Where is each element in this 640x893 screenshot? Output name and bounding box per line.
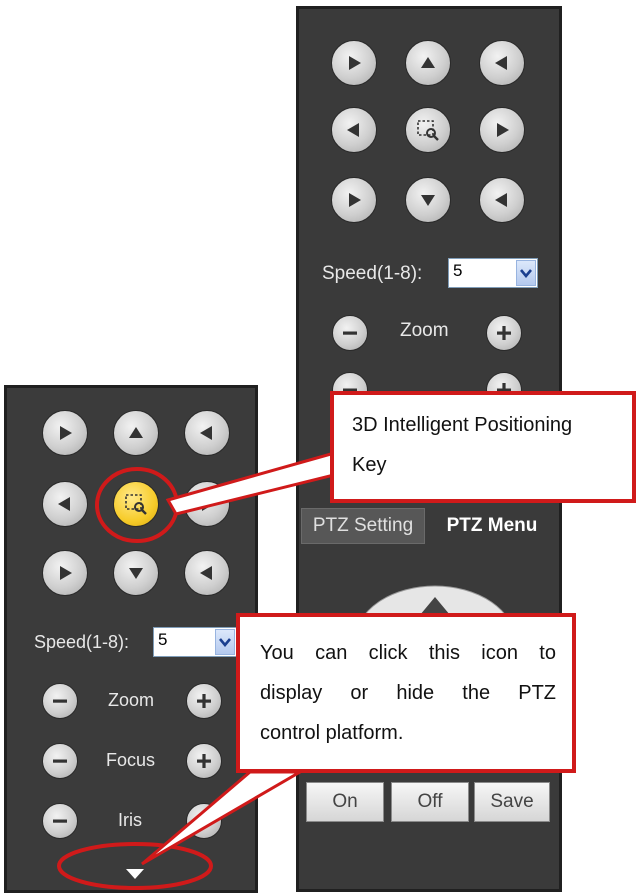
- triangle-right-icon: [349, 56, 361, 70]
- iris-label: Iris: [118, 810, 142, 830]
- triangle-left-icon: [200, 566, 212, 580]
- triangle-left-icon: [58, 497, 70, 511]
- speed-select[interactable]: 5: [153, 627, 237, 657]
- tilt-up-button[interactable]: [405, 40, 451, 86]
- toggle-callout: You can click this icon to display or hi…: [236, 613, 576, 773]
- speed-value: 5: [453, 261, 463, 280]
- save-button[interactable]: Save: [474, 782, 550, 822]
- zoom-label: Zoom: [400, 320, 449, 341]
- triangle-left-icon: [347, 123, 359, 137]
- focus-in-button[interactable]: [186, 743, 222, 779]
- tilt-down-button[interactable]: [113, 550, 159, 596]
- triangle-left-icon: [495, 56, 507, 70]
- triangle-down-icon: [421, 195, 435, 206]
- zoom-in-button[interactable]: [486, 315, 522, 351]
- off-button[interactable]: Off: [391, 782, 469, 822]
- plus-icon: [497, 326, 511, 340]
- minus-icon: [53, 699, 67, 703]
- triangle-up-icon: [129, 427, 143, 438]
- zoom-out-button[interactable]: [332, 315, 368, 351]
- callout-line: You can click this icon to: [260, 642, 556, 664]
- triangle-right-icon: [202, 497, 214, 511]
- minus-icon: [53, 819, 67, 823]
- minus-icon: [53, 759, 67, 763]
- chevron-down-icon[interactable]: [516, 260, 536, 286]
- pan-down-right-button[interactable]: [184, 550, 230, 596]
- tilt-down-button[interactable]: [405, 177, 451, 223]
- zoom-label: Zoom: [108, 690, 155, 710]
- triangle-right-icon: [60, 426, 72, 440]
- on-button[interactable]: On: [306, 782, 384, 822]
- toggle-ptz-arrow-icon[interactable]: [118, 864, 152, 884]
- pan-down-right-button[interactable]: [479, 177, 525, 223]
- magnifier-box-icon: [125, 494, 147, 515]
- speed-select[interactable]: 5: [448, 258, 538, 288]
- speed-label: Speed(1-8):: [34, 632, 130, 652]
- minus-icon: [343, 331, 357, 335]
- triangle-right-icon: [60, 566, 72, 580]
- triangle-up-icon: [421, 57, 435, 68]
- iris-open-button[interactable]: [186, 803, 222, 839]
- speed-label: Speed(1-8):: [322, 263, 423, 284]
- iris-close-button[interactable]: [42, 803, 78, 839]
- callout-line: control platform.: [260, 722, 404, 744]
- pan-up-right-button[interactable]: [479, 40, 525, 86]
- 3d-positioning-button-highlighted[interactable]: [113, 481, 159, 527]
- triangle-right-icon: [497, 123, 509, 137]
- pan-up-right-button[interactable]: [184, 410, 230, 456]
- pan-left-button[interactable]: [42, 481, 88, 527]
- callout-line: display or hide the PTZ: [260, 682, 556, 704]
- plus-icon: [197, 754, 211, 768]
- zoom-out-button[interactable]: [42, 683, 78, 719]
- zoom-in-button[interactable]: [186, 683, 222, 719]
- speed-value: 5: [158, 630, 168, 649]
- plus-icon: [197, 814, 211, 828]
- callout-line: 3D Intelligent Positioning: [352, 414, 573, 436]
- tilt-up-button[interactable]: [113, 410, 159, 456]
- tab-ptz-menu[interactable]: PTZ Menu: [428, 508, 556, 544]
- tab-ptz-setting[interactable]: PTZ Setting: [301, 508, 425, 544]
- pan-left-button[interactable]: [331, 107, 377, 153]
- callout-line: Key: [352, 454, 387, 476]
- triangle-left-icon: [200, 426, 212, 440]
- pan-down-left-button[interactable]: [42, 550, 88, 596]
- focus-out-button[interactable]: [42, 743, 78, 779]
- triangle-down-icon: [129, 568, 143, 579]
- pan-up-left-button[interactable]: [42, 410, 88, 456]
- magnifier-box-icon: [417, 120, 439, 141]
- positioning-key-callout: 3D Intelligent Positioning Key: [330, 391, 636, 503]
- focus-label: Focus: [106, 750, 156, 770]
- triangle-right-icon: [349, 193, 361, 207]
- 3d-positioning-button[interactable]: [405, 107, 451, 153]
- pan-right-button[interactable]: [184, 481, 230, 527]
- pan-up-left-button[interactable]: [331, 40, 377, 86]
- chevron-down-icon[interactable]: [215, 629, 235, 655]
- pan-right-button[interactable]: [479, 107, 525, 153]
- pan-down-left-button[interactable]: [331, 177, 377, 223]
- triangle-left-icon: [495, 193, 507, 207]
- plus-icon: [197, 694, 211, 708]
